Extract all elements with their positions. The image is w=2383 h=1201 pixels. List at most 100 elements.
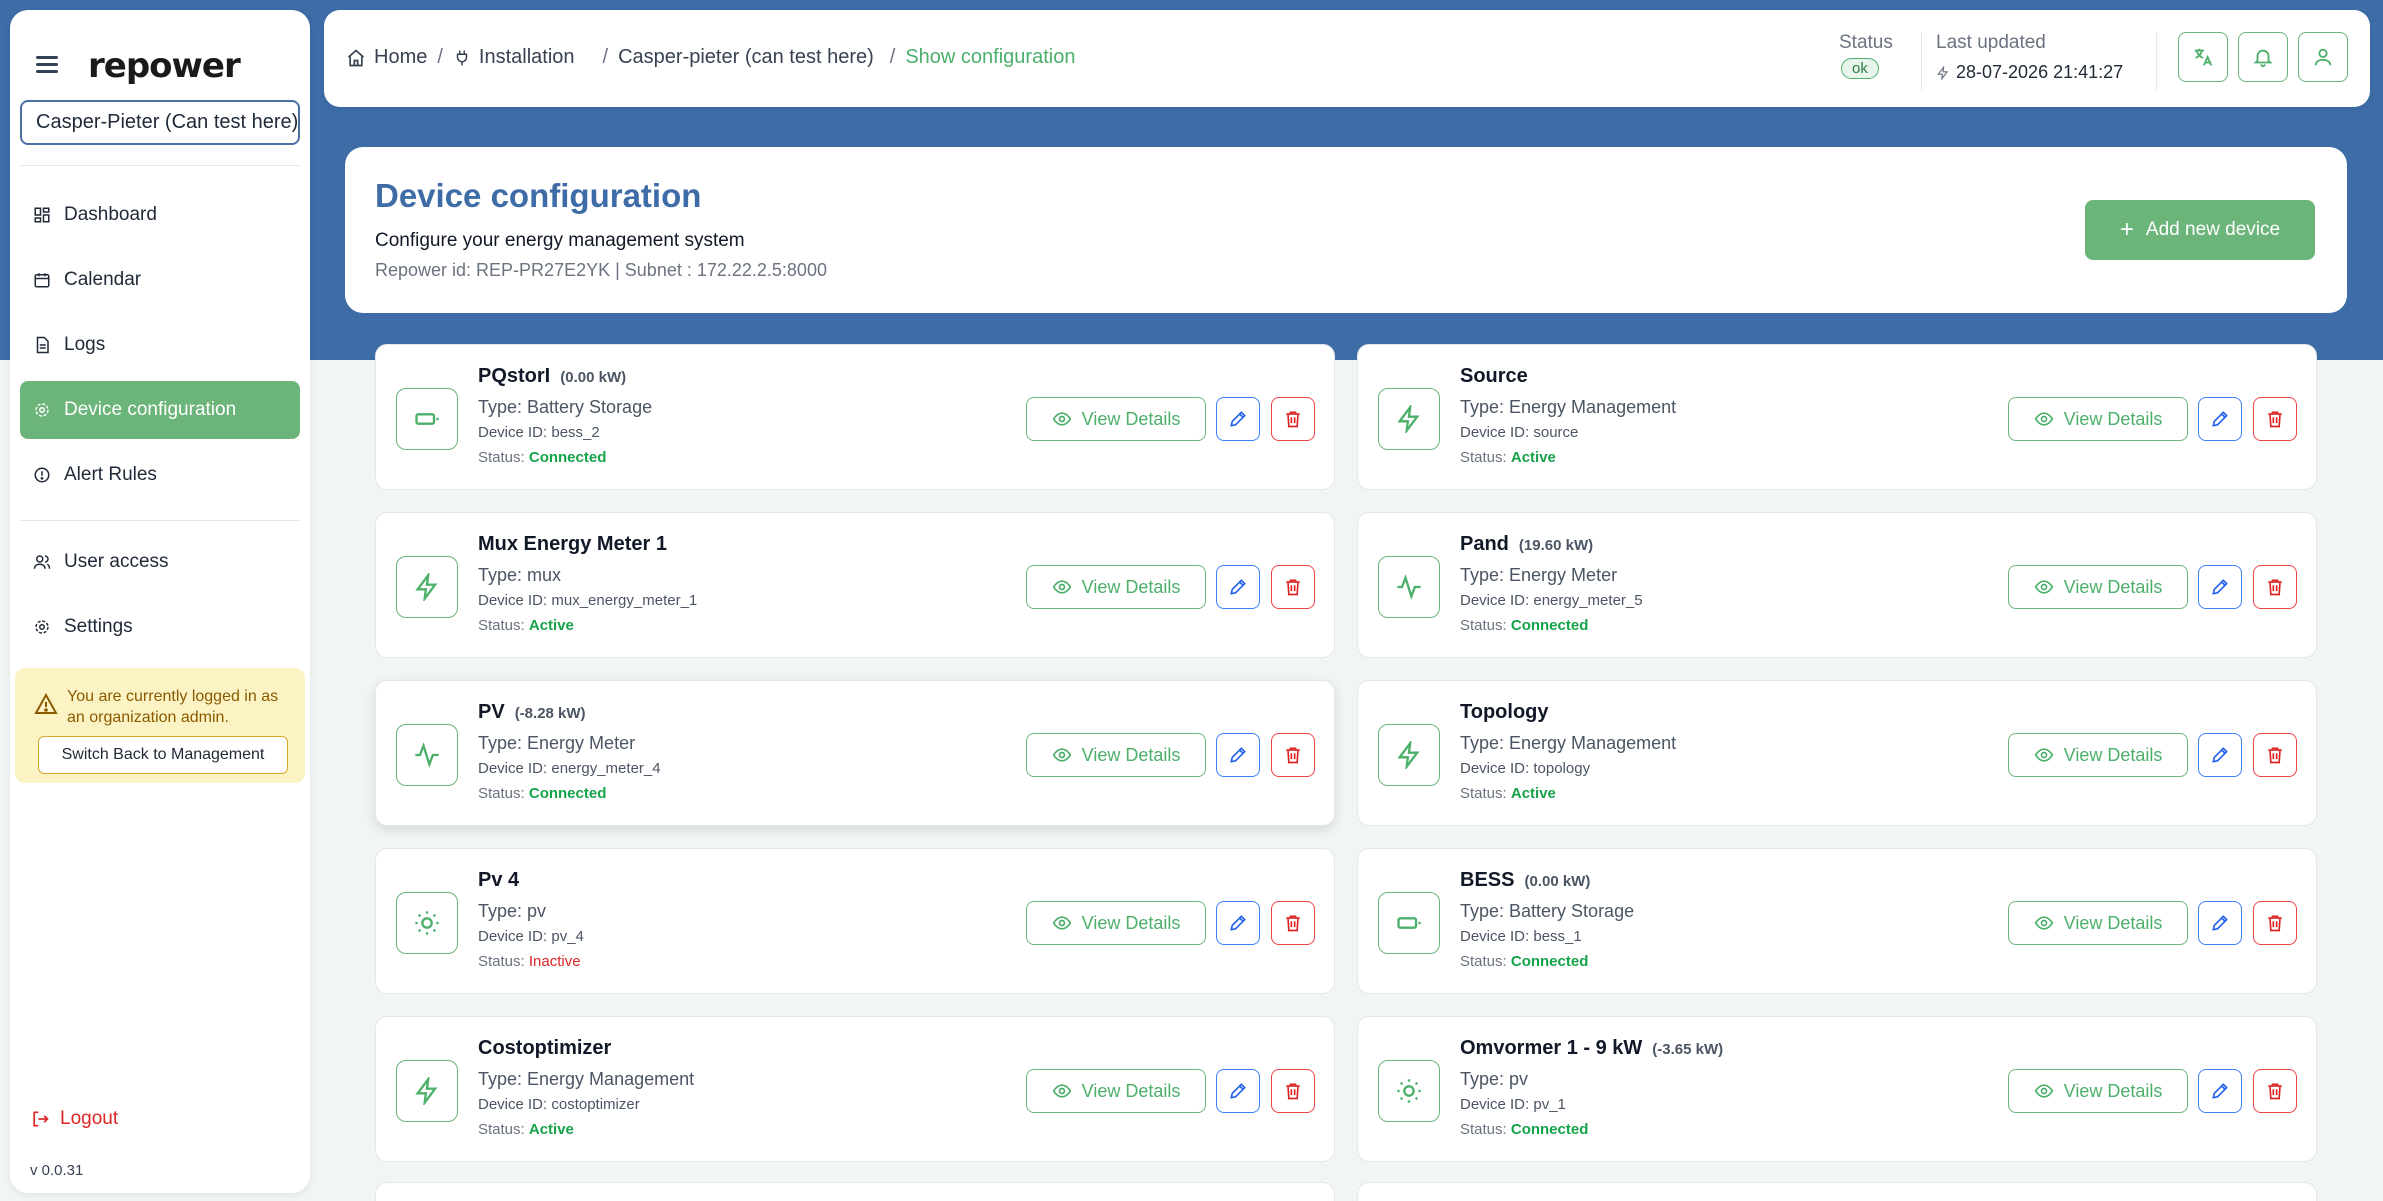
switch-back-button[interactable]: Switch Back to Management (38, 736, 288, 774)
device-name-text: Pv 4 (478, 869, 520, 891)
eye-icon (2034, 748, 2053, 762)
view-details-button[interactable]: View Details (1026, 1069, 1206, 1113)
delete-device-button[interactable] (2253, 733, 2297, 777)
view-details-button[interactable]: View Details (1026, 397, 1206, 441)
device-card[interactable]: PV (-8.28 kW) Type: Energy Meter Device ID:… (375, 680, 1335, 826)
pencil-icon (2212, 579, 2228, 595)
view-details-label: View Details (2063, 744, 2163, 765)
view-details-button[interactable]: View Details (2008, 565, 2188, 609)
device-type: Type: mux (478, 565, 562, 585)
edit-device-button[interactable] (2198, 901, 2242, 945)
edit-device-button[interactable] (2198, 565, 2242, 609)
installation-selector-value: Casper-Pieter (Can test here) (36, 111, 299, 133)
device-type: Type: Energy Management (1460, 733, 1677, 753)
edit-device-button[interactable] (1216, 565, 1260, 609)
device-card[interactable]: Mux Energy Meter 1 Type: mux Device ID: mu… (375, 512, 1335, 658)
delete-device-button[interactable] (2253, 565, 2297, 609)
installation-selector[interactable]: Casper-Pieter (Can test here) (20, 100, 300, 145)
sidebar-item-logs[interactable]: Logs (20, 316, 300, 374)
bolt-icon (1378, 724, 1440, 786)
eye-icon (1052, 1084, 1071, 1098)
breadcrumb-installation[interactable]: Installation (479, 46, 575, 69)
device-name: PV (-8.28 kW) (478, 701, 586, 724)
pencil-icon (1230, 747, 1246, 763)
delete-device-button[interactable] (1271, 565, 1315, 609)
sidebar-item-user-access[interactable]: User access (20, 533, 300, 591)
device-card[interactable]: Source Type: Energy Management Device ID: … (1357, 344, 2317, 490)
device-status: Status: Connected (478, 785, 606, 802)
edit-device-button[interactable] (2198, 1069, 2242, 1113)
device-id: Device ID: bess_1 (1460, 928, 1582, 945)
add-new-device-button[interactable]: + Add new device (2085, 200, 2315, 260)
sidebar-divider (20, 520, 300, 521)
last-updated-label: Last updated (1936, 32, 2046, 53)
device-card[interactable]: Omvormer 1 - 9 kW (-3.65 kW) Type: pv Devic… (1357, 1016, 2317, 1162)
breadcrumb-casper-pieter[interactable]: Casper-pieter (can test here) (618, 46, 874, 69)
language-button[interactable] (2178, 32, 2228, 82)
device-name-text: Costoptimizer (478, 1037, 612, 1059)
sidebar-item-alert-rules[interactable]: Alert Rules (20, 446, 300, 504)
breadcrumb-home[interactable]: Home (374, 46, 427, 69)
view-details-button[interactable]: View Details (2008, 901, 2188, 945)
last-updated-block: Last updated 28-07-2026 21:41:27 (1936, 32, 2123, 83)
view-details-button[interactable]: View Details (2008, 397, 2188, 441)
profile-button[interactable] (2298, 32, 2348, 82)
sidebar-divider (20, 165, 300, 166)
device-card[interactable]: PQstorI (0.00 kW) Type: Battery Storage Dev… (375, 344, 1335, 490)
delete-device-button[interactable] (2253, 1069, 2297, 1113)
eye-icon (1052, 412, 1071, 426)
admin-notice-text: You are currently logged in as an organi… (67, 688, 279, 726)
edit-device-button[interactable] (2198, 733, 2242, 777)
device-type: Type: pv (1460, 1069, 1529, 1089)
device-card[interactable]: Costoptimizer Type: Energy Management Devi… (375, 1016, 1335, 1162)
device-card[interactable]: Pv 4 Type: pv Device ID: pv_4 Status: Inact… (375, 848, 1335, 994)
device-status: Status: Connected (1460, 1121, 1588, 1138)
view-details-button[interactable]: View Details (2008, 1069, 2188, 1113)
device-status: Status: Active (478, 617, 574, 634)
view-details-button[interactable]: View Details (2008, 733, 2188, 777)
user-icon (2314, 48, 2332, 66)
edit-device-button[interactable] (1216, 733, 1260, 777)
eye-icon (2034, 412, 2053, 426)
device-power: (-3.65 kW) (1652, 1041, 1724, 1058)
sidebar-item-calendar[interactable]: Calendar (20, 251, 300, 309)
device-card[interactable]: Pand (19.60 kW) Type: Energy Meter Device I… (1357, 512, 2317, 658)
delete-device-button[interactable] (2253, 901, 2297, 945)
device-name-text: Omvormer 1 - 9 kW (1460, 1037, 1643, 1059)
bolt-icon (396, 556, 458, 618)
sidebar-item-settings[interactable]: Settings (20, 598, 300, 656)
eye-icon (1052, 580, 1071, 594)
app-logo: repower (88, 46, 241, 86)
trash-icon (1286, 915, 1300, 932)
sidebar-item-label: Settings (64, 616, 133, 637)
view-details-button[interactable]: View Details (1026, 733, 1206, 777)
delete-device-button[interactable] (2253, 397, 2297, 441)
device-card[interactable]: BESS (0.00 kW) Type: Battery Storage Device… (1357, 848, 2317, 994)
top-bar: Home / Installation / Casper-pieter (can… (324, 10, 2370, 107)
device-card[interactable]: Topology Type: Energy Management Device ID… (1357, 680, 2317, 826)
home-icon (347, 48, 365, 66)
edit-device-button[interactable] (1216, 901, 1260, 945)
delete-device-button[interactable] (1271, 397, 1315, 441)
delete-device-button[interactable] (1271, 733, 1315, 777)
logout-button[interactable]: Logout (30, 1108, 118, 1130)
device-status: Status: Connected (1460, 617, 1588, 634)
view-details-label: View Details (1081, 744, 1181, 765)
delete-device-button[interactable] (1271, 1069, 1315, 1113)
delete-device-button[interactable] (1271, 901, 1315, 945)
edit-device-button[interactable] (1216, 397, 1260, 441)
device-status-prefix: Status: (1460, 617, 1511, 634)
sidebar-item-dashboard[interactable]: Dashboard (20, 186, 300, 244)
view-details-button[interactable]: View Details (1026, 901, 1206, 945)
view-details-button[interactable]: View Details (1026, 565, 1206, 609)
device-status: Status: Active (478, 1121, 574, 1138)
edit-device-button[interactable] (2198, 397, 2242, 441)
device-type: Type: pv (478, 901, 547, 921)
notifications-button[interactable] (2238, 32, 2288, 82)
admin-notice: You are currently logged in as an organi… (15, 668, 305, 783)
sidebar-item-device-configuration[interactable]: Device configuration (20, 381, 300, 439)
edit-device-button[interactable] (1216, 1069, 1260, 1113)
view-details-label: View Details (1081, 912, 1181, 933)
pulse-icon (396, 724, 458, 786)
menu-icon[interactable] (36, 56, 58, 73)
